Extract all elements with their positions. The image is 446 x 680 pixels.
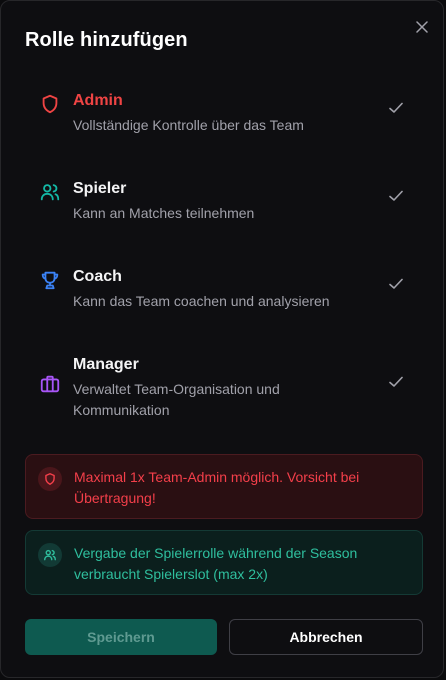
shield-icon [39,93,61,115]
shield-icon [38,467,62,491]
users-icon [38,543,62,567]
role-description: Kann das Team coachen und analysieren [73,293,330,309]
dialog-title: Rolle hinzufügen [25,29,188,51]
briefcase-icon [39,373,61,395]
x-icon [416,21,428,33]
role-name: Manager [73,356,139,373]
admin-limit-warning: Maximal 1x Team-Admin möglich. Vorsicht … [25,454,423,519]
warning-text: Maximal 1x Team-Admin möglich. Vorsicht … [74,469,360,506]
role-name: Spieler [73,180,127,197]
users-icon [39,181,61,203]
player-slot-info: Vergabe der Spielerrolle während der Sea… [25,530,423,595]
check-icon [389,189,405,205]
save-button[interactable]: Speichern [25,619,217,655]
cancel-button[interactable]: Abbrechen [229,619,423,655]
role-description: Verwaltet Team-Organisation und Kommunik… [73,381,280,418]
role-name: Admin [73,92,123,109]
check-icon [389,375,405,391]
role-description: Vollständige Kontrolle über das Team [73,117,304,133]
add-role-dialog: Rolle hinzufügen Admin Vollständige Kont… [0,0,444,678]
info-text: Vergabe der Spielerrolle während der Sea… [74,545,358,582]
check-icon [389,101,405,117]
role-description: Kann an Matches teilnehmen [73,205,255,221]
close-button[interactable] [410,15,434,39]
trophy-icon [39,269,61,291]
check-icon [389,277,405,293]
role-name: Coach [73,268,122,285]
